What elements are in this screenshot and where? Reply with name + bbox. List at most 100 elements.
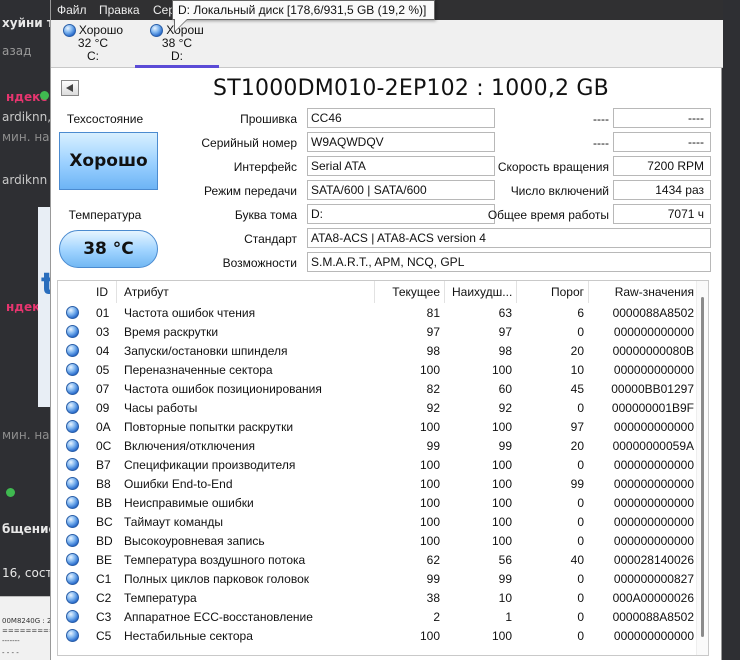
cell-threshold: 0 xyxy=(577,325,584,339)
drive-selector-bar: Хорошо 32 °C C: Хорош 38 °C D: xyxy=(51,20,723,68)
column-current[interactable]: Текущее xyxy=(384,285,440,299)
transfer-mode-value: SATA/600 | SATA/600 xyxy=(307,180,495,200)
drive-tab-c[interactable]: Хорошо 32 °C C: xyxy=(51,24,135,68)
cell-current: 98 xyxy=(426,344,440,358)
table-row[interactable]: 04 Запуски/остановки шпинделя 98 98 20 000000… xyxy=(58,341,698,360)
cell-worst: 100 xyxy=(491,515,512,529)
background-chat-text: мин. наз xyxy=(2,130,56,144)
table-row[interactable]: C3 Аппаратное ECC-восстановление 2 1 0 000008… xyxy=(58,607,698,626)
cell-raw: 000000000000 xyxy=(613,420,694,434)
table-row[interactable]: 09 Часы работы 92 92 0 000000001B9F xyxy=(58,398,698,417)
table-row[interactable]: C1 Полных циклов парковок головок 99 99 0 000… xyxy=(58,569,698,588)
table-row[interactable]: BB Неисправимые ошибки 100 100 0 000000000000 xyxy=(58,493,698,512)
column-threshold[interactable]: Порог xyxy=(522,285,584,299)
table-row[interactable]: 0C Включения/отключения 99 99 20 00000000059A xyxy=(58,436,698,455)
volume-letter-value: D: xyxy=(307,204,495,224)
cell-current: 100 xyxy=(419,363,440,377)
power-on-hours-label: Общее время работы xyxy=(487,208,609,222)
cell-attribute: Спецификации производителя xyxy=(124,458,296,472)
menu-edit[interactable]: Правка xyxy=(99,3,140,17)
menu-file[interactable]: Файл xyxy=(57,3,87,17)
scroll-thumb[interactable] xyxy=(701,297,704,637)
table-row[interactable]: C5 Нестабильные сектора 100 100 0 00000000000… xyxy=(58,626,698,645)
cell-raw: 000000000000 xyxy=(613,515,694,529)
table-row[interactable]: B7 Спецификации производителя 100 100 0 00000… xyxy=(58,455,698,474)
background-chat-text: ardiknn xyxy=(2,173,48,187)
cell-raw: 00000000080B xyxy=(612,344,694,358)
table-row[interactable]: 01 Частота ошибок чтения 81 63 6 0000088A8502 xyxy=(58,303,698,322)
background-chat-text: мин. наз xyxy=(2,428,56,442)
table-row[interactable]: BE Температура воздушного потока 62 56 40 000… xyxy=(58,550,698,569)
cell-attribute: Ошибки End-to-End xyxy=(124,477,233,491)
status-ball-icon xyxy=(66,401,79,414)
table-row[interactable]: BC Таймаут команды 100 100 0 000000000000 xyxy=(58,512,698,531)
cell-worst: 99 xyxy=(498,572,512,586)
features-value: S.M.A.R.T., APM, NCQ, GPL xyxy=(307,252,711,272)
temperature-badge[interactable]: 38 °C xyxy=(59,230,158,268)
cell-id: 0A xyxy=(96,420,111,434)
table-row[interactable]: 0A Повторные попытки раскрутки 100 100 97 000… xyxy=(58,417,698,436)
cell-id: C3 xyxy=(96,610,112,624)
cell-current: 97 xyxy=(426,325,440,339)
status-ball-icon xyxy=(66,458,79,471)
cell-raw: 000000000827 xyxy=(613,572,694,586)
table-row[interactable]: 07 Частота ошибок позиционирования 82 60 45 0… xyxy=(58,379,698,398)
cell-worst: 10 xyxy=(498,591,512,605)
cell-threshold: 99 xyxy=(570,477,584,491)
cell-id: B8 xyxy=(96,477,111,491)
table-row[interactable]: BD Высокоуровневая запись 100 100 0 000000000… xyxy=(58,531,698,550)
dash1-value: ---- xyxy=(613,108,711,128)
cell-id: BB xyxy=(96,496,113,510)
table-row[interactable]: B8 Ошибки End-to-End 100 100 99 000000000000 xyxy=(58,474,698,493)
cell-current: 100 xyxy=(419,496,440,510)
cell-worst: 98 xyxy=(498,344,512,358)
status-ball-icon xyxy=(62,24,76,37)
background-chat-text: хуйни т xyxy=(2,16,54,30)
cell-attribute: Полных циклов парковок головок xyxy=(124,572,310,586)
cell-current: 100 xyxy=(419,458,440,472)
cell-worst: 97 xyxy=(498,325,512,339)
disk-title: ST1000DM010-2EP102 : 1000,2 GB xyxy=(213,76,609,101)
status-ball-icon xyxy=(66,629,79,642)
cell-current: 100 xyxy=(419,420,440,434)
cell-worst: 60 xyxy=(498,382,512,396)
dash2-label: ---- xyxy=(593,136,609,150)
cell-id: 0C xyxy=(96,439,112,453)
cell-raw: 000000000000 xyxy=(613,496,694,510)
status-ball-icon xyxy=(66,534,79,547)
table-row[interactable]: C2 Температура 38 10 0 000A00000026 xyxy=(58,588,698,607)
cell-attribute: Высокоуровневая запись xyxy=(124,534,265,548)
background-chat-text: бщение xyxy=(2,522,57,536)
cell-raw: 0000088A8502 xyxy=(612,610,694,624)
cell-threshold: 0 xyxy=(577,496,584,510)
status-ball-icon xyxy=(66,610,79,623)
column-attribute[interactable]: Атрибут xyxy=(124,285,169,299)
cell-raw: 000028140026 xyxy=(613,553,694,567)
column-id[interactable]: ID xyxy=(96,285,108,299)
cell-current: 82 xyxy=(426,382,440,396)
table-row[interactable]: 03 Время раскрутки 97 97 0 000000000000 xyxy=(58,322,698,341)
table-row[interactable]: 05 Переназначенные сектора 100 100 10 0000000… xyxy=(58,360,698,379)
cell-attribute: Часы работы xyxy=(124,401,198,415)
table-header: ID Атрибут Текущее Наихудш... Порог Raw-… xyxy=(58,281,708,303)
column-raw[interactable]: Raw-значения xyxy=(594,285,694,299)
cell-current: 38 xyxy=(426,591,440,605)
status-ball-icon xyxy=(66,439,79,452)
status-ball-icon xyxy=(66,553,79,566)
cell-id: C2 xyxy=(96,591,112,605)
thumb-text: - - - - xyxy=(2,649,19,657)
cell-raw: 000000001B9F xyxy=(611,401,694,415)
cell-threshold: 45 xyxy=(570,382,584,396)
health-status-badge[interactable]: Хорошо xyxy=(59,132,158,190)
column-worst[interactable]: Наихудш... xyxy=(452,285,512,299)
cell-threshold: 0 xyxy=(577,610,584,624)
vertical-scrollbar[interactable] xyxy=(696,281,708,655)
previous-disk-arrow-icon[interactable] xyxy=(61,80,79,96)
cell-worst: 92 xyxy=(498,401,512,415)
cell-raw: 000000000000 xyxy=(613,363,694,377)
cell-threshold: 10 xyxy=(570,363,584,377)
smart-attributes-table: ID Атрибут Текущее Наихудш... Порог Raw-… xyxy=(57,280,709,656)
status-ball-icon xyxy=(66,306,79,319)
cell-worst: 100 xyxy=(491,458,512,472)
cell-worst: 100 xyxy=(491,363,512,377)
